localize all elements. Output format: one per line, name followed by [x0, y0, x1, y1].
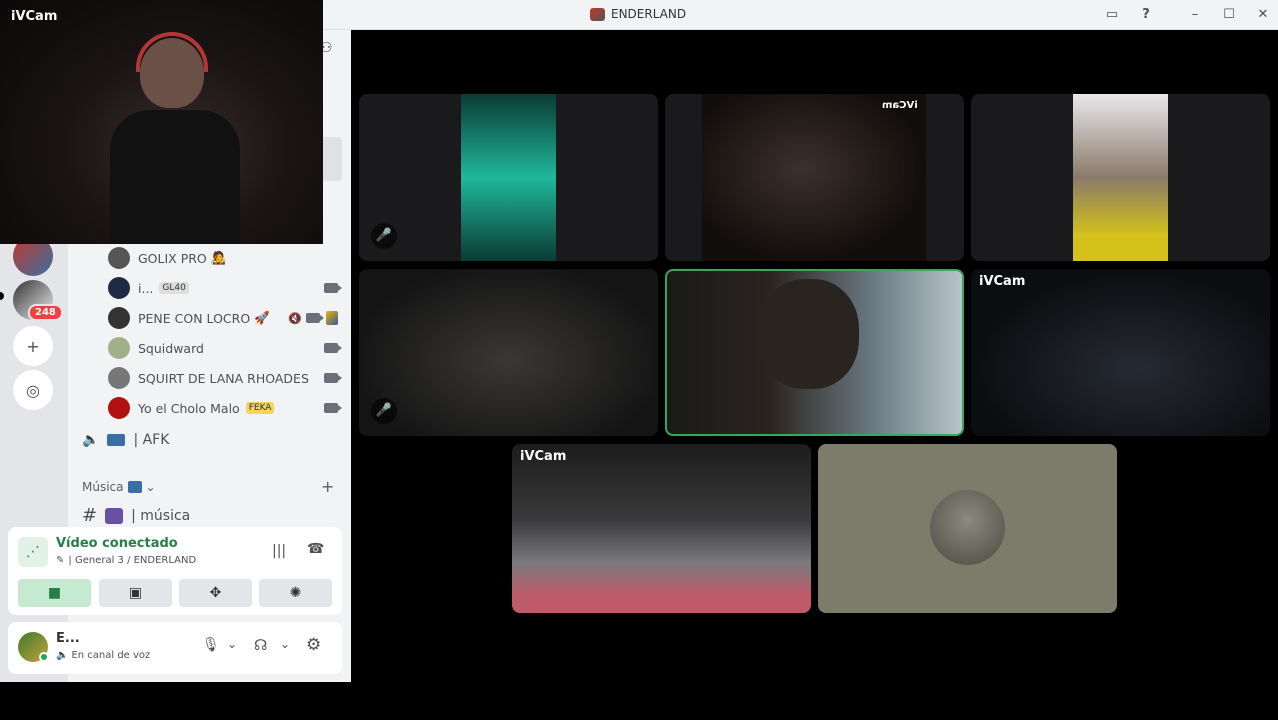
- video-feed: [1073, 94, 1168, 261]
- video-icon: [306, 313, 324, 323]
- user-name: PENE CON LOCRO: [138, 310, 251, 326]
- headphones-icon[interactable]: ☊: [254, 636, 267, 654]
- user-name: E...: [56, 631, 80, 646]
- minimize-button[interactable]: –: [1186, 6, 1204, 24]
- muted-mic-icon: 🎤: [371, 223, 397, 249]
- video-label: iVCam: [979, 274, 1026, 289]
- explore-icon[interactable]: ◎: [13, 370, 53, 410]
- noise-suppression-icon[interactable]: |||: [272, 543, 286, 559]
- activity-icon: [326, 311, 338, 325]
- mention-badge: 248: [28, 304, 63, 321]
- help-icon[interactable]: ?: [1137, 6, 1155, 24]
- user-status-text: En canal de voz: [71, 650, 151, 661]
- online-status-icon: [39, 652, 49, 662]
- avatar: [108, 247, 130, 269]
- camera-button[interactable]: ■: [18, 579, 91, 607]
- user-status: 🔈 En canal de voz: [56, 650, 150, 661]
- signal-icon[interactable]: ⋰: [18, 537, 48, 567]
- channel-name: | música: [131, 507, 191, 524]
- chevron-down-icon: ⌄: [145, 480, 156, 494]
- settings-gear-icon[interactable]: ⚙: [306, 635, 321, 655]
- video-tile[interactable]: iVCam: [512, 444, 811, 613]
- video-icon: [324, 403, 342, 413]
- video-icon: [324, 343, 342, 353]
- avatar: [930, 490, 1005, 565]
- camera-preview-label: iVCam: [11, 9, 58, 24]
- video-label: iVCam: [520, 449, 567, 464]
- voice-user[interactable]: PENE CON LOCRO 🚀 🔇: [108, 305, 338, 331]
- category-musica[interactable]: Música ⌄: [82, 480, 156, 494]
- avatar: [108, 397, 130, 419]
- user-name: i...: [138, 280, 154, 296]
- create-channel-icon[interactable]: +: [321, 477, 334, 496]
- voice-user[interactable]: SQUIRT DE LANA RHOADES: [108, 365, 342, 391]
- video-tile[interactable]: iVCam: [971, 269, 1270, 436]
- person-body: [110, 110, 240, 244]
- speaker-icon: 🔈: [82, 432, 100, 448]
- video-tile[interactable]: 🎤: [359, 269, 658, 436]
- avatar: [108, 367, 130, 389]
- video-feed: [702, 94, 926, 261]
- video-tile[interactable]: iVCam: [665, 94, 964, 261]
- mute-icon: 🔇: [288, 311, 302, 325]
- avatar-tile[interactable]: [818, 444, 1117, 613]
- music-channel[interactable]: # | música: [82, 505, 190, 526]
- microphone-icon[interactable]: 🎙: [202, 637, 220, 653]
- video-label: iVCam: [882, 100, 918, 111]
- voice-user[interactable]: Yo el Cholo Malo FEKA: [108, 395, 342, 421]
- activities-button[interactable]: ✥: [179, 579, 252, 607]
- headphones-icon: [136, 32, 208, 72]
- afk-channel[interactable]: 🔈 | AFK: [82, 432, 169, 448]
- video-icon: [324, 283, 342, 293]
- screen-share-button[interactable]: ▣: [99, 579, 172, 607]
- voice-connection-panel: ⋰ Vídeo conectado ✎ | General 3 / ENDERL…: [8, 527, 342, 615]
- server-logo-icon: [590, 7, 605, 21]
- chevron-down-icon[interactable]: ⌄: [227, 637, 237, 651]
- voice-status: Vídeo conectado: [56, 536, 178, 551]
- maximize-button[interactable]: ☐: [1220, 6, 1238, 24]
- close-button[interactable]: ✕: [1254, 6, 1272, 24]
- soundboard-button[interactable]: ✺: [259, 579, 332, 607]
- chevron-down-icon[interactable]: ⌄: [280, 637, 290, 651]
- user-name: SQUIRT DE LANA RHOADES: [138, 370, 309, 386]
- avatar: [108, 307, 130, 329]
- video-tile-speaking[interactable]: [665, 269, 964, 436]
- video-icon: [324, 373, 342, 383]
- user-name: GOLIX PRO: [138, 250, 207, 266]
- category-name: Música: [82, 480, 124, 494]
- voice-location[interactable]: ✎ | General 3 / ENDERLAND: [56, 555, 196, 566]
- channel-name: | AFK: [133, 432, 170, 448]
- camera-preview-overlay[interactable]: iVCam: [0, 0, 323, 244]
- user-name: Yo el Cholo Malo: [138, 400, 240, 416]
- add-server-icon[interactable]: +: [13, 326, 53, 366]
- voice-user[interactable]: i... GL40: [108, 275, 342, 301]
- user-emoji: 🧑‍🎤: [210, 250, 227, 265]
- channel-emoji-icon: [105, 507, 124, 524]
- user-tag: FEKA: [245, 402, 275, 414]
- user-panel: E... 🔈 En canal de voz 🎙 ⌄ ☊ ⌄ ⚙: [8, 622, 342, 674]
- video-tile[interactable]: [971, 94, 1270, 261]
- user-tag: GL40: [159, 282, 189, 294]
- window-title: ENDERLAND: [590, 7, 686, 21]
- voice-user[interactable]: Squidward: [108, 335, 342, 361]
- voice-location-text: | General 3 / ENDERLAND: [68, 555, 197, 566]
- voice-user[interactable]: GOLIX PRO 🧑‍🎤: [108, 245, 338, 271]
- avatar: [108, 337, 130, 359]
- avatar: [108, 277, 130, 299]
- speaker-icon: 🔈: [56, 650, 69, 661]
- person-face: [759, 279, 859, 389]
- hash-icon: #: [82, 505, 98, 526]
- disconnect-icon[interactable]: ☎: [307, 541, 324, 557]
- inbox-icon[interactable]: ▭: [1103, 6, 1121, 24]
- pencil-icon: ✎: [56, 555, 65, 566]
- window-title-text: ENDERLAND: [611, 7, 687, 21]
- video-tile[interactable]: 🎤: [359, 94, 658, 261]
- video-feed: [461, 94, 556, 261]
- user-name: Squidward: [138, 340, 204, 356]
- channel-emoji-icon: [107, 434, 126, 446]
- user-emoji: 🚀: [254, 310, 270, 325]
- unread-indicator: [0, 292, 4, 300]
- category-emoji-icon: [127, 481, 142, 493]
- muted-mic-icon: 🎤: [371, 398, 397, 424]
